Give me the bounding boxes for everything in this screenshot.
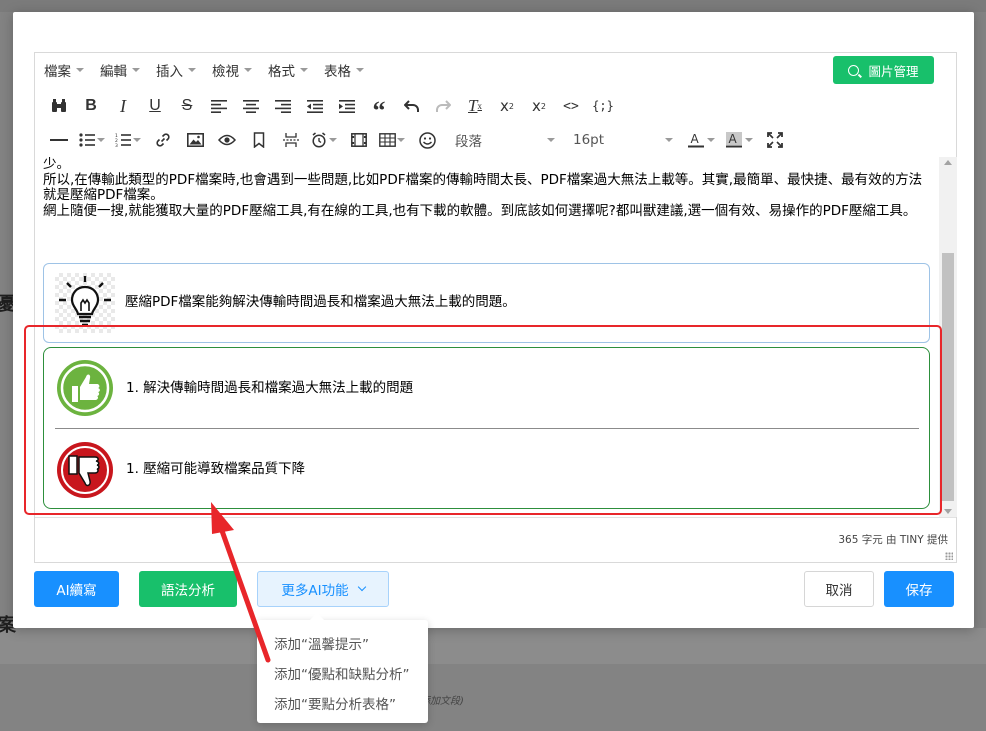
editor-menubar: 檔案 編輯 插入 檢視 格式 表格 圖片管理	[35, 53, 956, 87]
numbered-list-icon[interactable]: 123	[111, 127, 135, 153]
page-break-icon[interactable]	[275, 127, 307, 153]
superscript-icon[interactable]: x2	[523, 93, 555, 119]
menu-insert[interactable]: 插入	[156, 60, 196, 80]
svg-text:3: 3	[115, 143, 118, 147]
character-count: 365 字元 由 TINY 提供	[838, 534, 948, 546]
editor-statusbar: 365 字元 由 TINY 提供	[35, 517, 956, 563]
code-sample-icon[interactable]: {;}	[587, 93, 619, 119]
align-right-icon[interactable]	[267, 93, 299, 119]
warm-tip-text: 壓縮PDF檔案能夠解決傳輸時間過長和檔案過大無法上載的問題。	[125, 294, 516, 310]
chevron-down-icon	[244, 68, 252, 72]
horizontal-rule-icon[interactable]	[43, 127, 75, 153]
align-left-icon[interactable]	[203, 93, 235, 119]
content-paragraph: 所以,在傳輸此類型的PDF檔案時,也會遇到一些問題,比如PDF檔案的傳輸時間太長…	[43, 171, 923, 203]
undo-icon[interactable]	[395, 93, 427, 119]
block-format-value: 段落	[455, 134, 482, 150]
menu-view[interactable]: 檢視	[212, 60, 252, 80]
chevron-down-icon[interactable]	[745, 138, 753, 142]
emoticons-icon[interactable]	[411, 127, 443, 153]
indent-icon[interactable]	[331, 93, 363, 119]
image-icon[interactable]	[179, 127, 211, 153]
more-ai-features-button[interactable]: 更多AI功能	[257, 571, 389, 607]
chevron-down-icon[interactable]	[707, 138, 715, 142]
find-replace-icon[interactable]	[43, 93, 75, 119]
editor-toolbar-row-1: B I U S “ Tx x2 x2 <> {;}	[35, 91, 956, 124]
underline-icon[interactable]: U	[139, 93, 171, 119]
chevron-down-icon[interactable]	[97, 138, 105, 142]
scroll-up-arrow-icon[interactable]	[944, 160, 952, 165]
code-icon[interactable]: <>	[555, 93, 587, 119]
editor-dialog: 檔案 編輯 插入 檢視 格式 表格 圖片管理 B I U S “ Tx x 2 …	[13, 12, 974, 628]
bookmark-icon[interactable]	[243, 127, 275, 153]
align-center-icon[interactable]	[235, 93, 267, 119]
image-manager-button[interactable]: 圖片管理	[833, 56, 934, 84]
cancel-button[interactable]: 取消	[804, 571, 874, 607]
chevron-down-icon	[76, 68, 84, 72]
background-strip	[0, 628, 986, 664]
chevron-down-icon[interactable]	[133, 138, 141, 142]
more-ai-dropdown: 添加“溫馨提示” 添加“優點和缺點分析” 添加“要點分析表格”	[257, 612, 428, 723]
chevron-down-icon[interactable]	[329, 138, 337, 142]
more-ai-label: 更多AI功能	[281, 583, 349, 599]
dropdown-item-add-tip[interactable]: 添加“溫馨提示”	[274, 633, 369, 653]
chevron-down-icon	[300, 68, 308, 72]
content-paragraph: 網上隨便一搜,就能獲取大量的PDF壓縮工具,有在線的工具,也有下載的軟體。到底該…	[43, 202, 917, 219]
resize-handle-icon[interactable]	[945, 552, 953, 560]
menu-label: 表格	[324, 64, 351, 80]
chevron-down-icon	[188, 68, 196, 72]
menu-label: 編輯	[100, 64, 127, 80]
menu-file[interactable]: 檔案	[44, 60, 84, 80]
ai-continue-writing-button[interactable]: AI續寫	[34, 571, 119, 607]
dropdown-item-add-pros-cons[interactable]: 添加“優點和缺點分析”	[274, 663, 410, 683]
font-size-select[interactable]: 16pt	[567, 127, 679, 153]
dropdown-item-add-key-points-table[interactable]: 添加“要點分析表格”	[274, 693, 396, 713]
bullet-list-icon[interactable]	[75, 127, 99, 153]
background-strip	[0, 0, 986, 12]
table-icon[interactable]	[375, 127, 399, 153]
chevron-down-icon	[357, 582, 366, 592]
bold-icon[interactable]: B	[75, 93, 107, 119]
insert-datetime-icon[interactable]	[307, 127, 331, 153]
image-manager-label: 圖片管理	[868, 63, 919, 79]
background-color-icon[interactable]: A	[721, 127, 747, 153]
lightbulb-icon	[55, 273, 115, 333]
outdent-icon[interactable]	[299, 93, 331, 119]
search-icon	[848, 64, 860, 76]
chevron-down-icon	[665, 138, 673, 142]
menu-table[interactable]: 表格	[324, 60, 364, 80]
preview-eye-icon[interactable]	[211, 127, 243, 153]
menu-label: 檢視	[212, 64, 239, 80]
content-paragraph: 少。	[43, 157, 70, 172]
annotation-highlight-box	[24, 325, 942, 515]
blockquote-icon[interactable]: “	[363, 93, 395, 124]
chevron-down-icon[interactable]	[397, 138, 405, 142]
clear-format-icon[interactable]: Tx	[459, 93, 491, 119]
fullscreen-icon[interactable]	[759, 127, 791, 153]
grammar-analysis-button[interactable]: 語法分析	[139, 571, 237, 607]
svg-text:A: A	[729, 132, 738, 146]
strikethrough-icon[interactable]: S	[171, 93, 203, 119]
text-color-icon[interactable]: A	[683, 127, 709, 153]
menu-format[interactable]: 格式	[268, 60, 308, 80]
chevron-down-icon	[132, 68, 140, 72]
menu-edit[interactable]: 編輯	[100, 60, 140, 80]
block-format-select[interactable]: 段落	[449, 127, 561, 153]
italic-icon[interactable]: I	[107, 93, 139, 119]
font-size-value: 16pt	[573, 132, 605, 148]
menu-label: 檔案	[44, 64, 71, 80]
chevron-down-icon	[356, 68, 364, 72]
link-icon[interactable]	[147, 127, 179, 153]
redo-icon[interactable]	[427, 93, 459, 119]
scroll-down-arrow-icon[interactable]	[944, 509, 952, 514]
media-icon[interactable]	[343, 127, 375, 153]
scrollbar-thumb[interactable]	[942, 253, 954, 501]
save-button[interactable]: 保存	[884, 571, 954, 607]
subscript-icon[interactable]: x2	[491, 93, 523, 119]
menu-label: 插入	[156, 64, 183, 80]
chevron-down-icon	[547, 138, 555, 142]
editor-toolbar-row-2: 123 段落 16pt A A	[35, 125, 956, 155]
menu-label: 格式	[268, 64, 295, 80]
svg-text:A: A	[691, 132, 700, 146]
